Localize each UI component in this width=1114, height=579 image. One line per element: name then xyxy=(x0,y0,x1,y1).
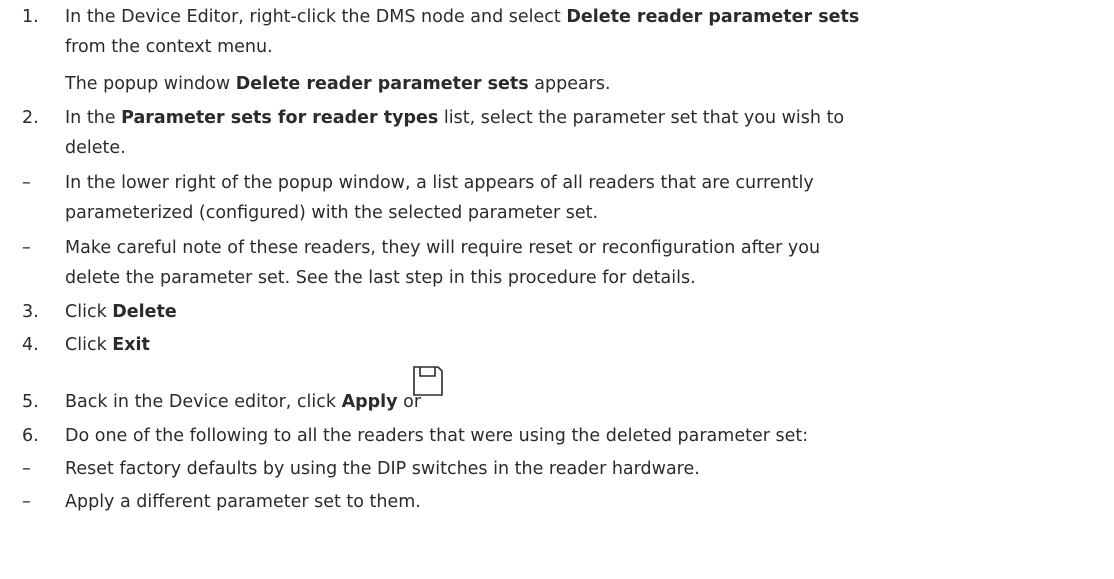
step-1-result: The popup window Delete reader parameter… xyxy=(0,69,1114,99)
step-text: Click xyxy=(65,335,113,355)
step-marker: 6. xyxy=(22,426,39,446)
dash-marker: – xyxy=(22,173,31,193)
sub-item-line-2: parameterized (configured) with the sele… xyxy=(0,198,1114,228)
step-1-line-1: 1. In the Device Editor, right-click the… xyxy=(0,2,1114,32)
step-marker: 4. xyxy=(22,335,39,355)
step-text: In the xyxy=(65,108,122,128)
dash-marker: – xyxy=(22,238,31,258)
step-4: 4. Click Exit xyxy=(0,330,1114,360)
step-2-line-2: delete. xyxy=(0,133,1114,163)
step-3: 3. Click Delete xyxy=(0,297,1114,327)
button-name: Apply xyxy=(341,392,398,412)
sub-item: – Apply a different parameter set to the… xyxy=(0,487,1114,517)
menu-item-name: Delete reader parameter sets xyxy=(566,7,860,27)
step-text: Reset factory defaults by using the DIP … xyxy=(65,459,700,479)
step-text: Do one of the following to all the reade… xyxy=(65,426,809,446)
step-text: delete the parameter set. See the last s… xyxy=(65,268,696,288)
step-text: from the context menu. xyxy=(65,37,273,57)
button-name: Exit xyxy=(112,335,150,355)
step-text: parameterized (configured) with the sele… xyxy=(65,203,599,223)
step-text: In the Device Editor, right-click the DM… xyxy=(65,7,567,27)
step-text: Apply a different parameter set to them. xyxy=(65,492,421,512)
sub-item-line-2: delete the parameter set. See the last s… xyxy=(0,263,1114,293)
step-text: In the lower right of the popup window, … xyxy=(65,173,814,193)
step-text: Click xyxy=(65,302,113,322)
window-name: Delete reader parameter sets xyxy=(235,74,529,94)
procedure-document: 1. In the Device Editor, right-click the… xyxy=(0,0,1114,579)
step-2-line-1: 2. In the Parameter sets for reader type… xyxy=(0,103,1114,133)
step-text: Back in the Device editor, click xyxy=(65,392,342,412)
step-text: Make careful note of these readers, they… xyxy=(65,238,821,258)
step-marker: 5. xyxy=(22,392,39,412)
step-text: list, select the parameter set that you … xyxy=(438,108,845,128)
dash-marker: – xyxy=(22,459,31,479)
step-5: 5. Back in the Device editor, click Appl… xyxy=(0,387,1114,417)
list-name: Parameter sets for reader types xyxy=(121,108,439,128)
step-marker: 3. xyxy=(22,302,39,322)
dash-marker: – xyxy=(22,492,31,512)
save-icon xyxy=(413,366,443,396)
button-name: Delete xyxy=(112,302,177,322)
step-6: 6. Do one of the following to all the re… xyxy=(0,421,1114,451)
step-text: appears. xyxy=(528,74,611,94)
sub-item-line-1: – Make careful note of these readers, th… xyxy=(0,233,1114,263)
step-marker: 1. xyxy=(22,7,39,27)
step-1-line-2: from the context menu. xyxy=(0,32,1114,62)
step-text: delete. xyxy=(65,138,126,158)
step-marker: 2. xyxy=(22,108,39,128)
step-text: The popup window xyxy=(65,74,236,94)
sub-item: – Reset factory defaults by using the DI… xyxy=(0,454,1114,484)
sub-item-line-1: – In the lower right of the popup window… xyxy=(0,168,1114,198)
